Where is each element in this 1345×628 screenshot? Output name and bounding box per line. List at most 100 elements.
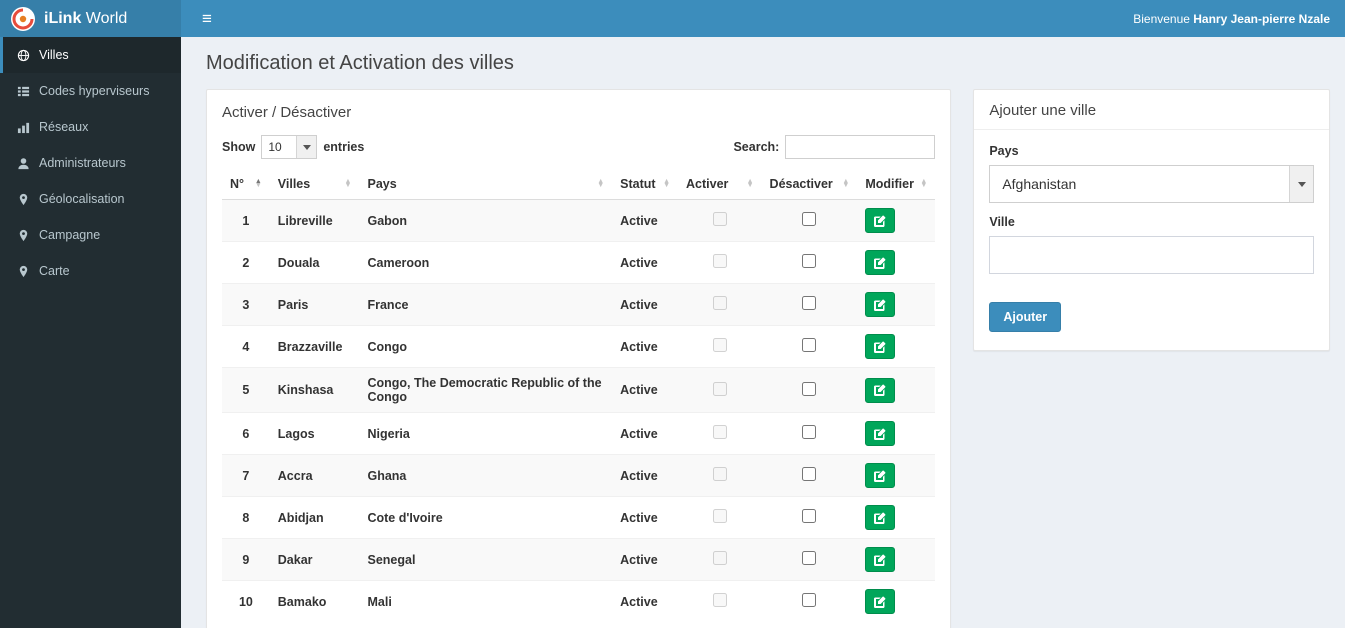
list-icon [17,85,30,98]
column-header-activer[interactable]: Activer ▲ ▼ [678,169,762,200]
sort-icon: ▲ ▼ [746,177,754,189]
sort-icon: ▲ ▼ [663,177,670,189]
activer-checkbox[interactable] [712,381,727,396]
modifier-button[interactable] [865,547,896,572]
villes-table-body: 1 Libreville Gabon Active 2 Douala Camer… [222,199,936,622]
table-row: 9 Dakar Senegal Active [222,538,936,581]
sidebar-item-label: Géolocalisation [39,192,125,206]
desactiver-checkbox[interactable] [802,296,817,310]
ville-cell: Bamako [269,580,360,622]
search-label: Search: [733,140,780,154]
edit-icon [874,341,886,353]
statut-cell: Active [612,580,678,622]
ajouter-button[interactable]: Ajouter [989,302,1062,332]
activer-checkbox[interactable] [712,254,727,268]
pays-cell: Mali [359,580,613,622]
app-logo [10,6,36,32]
sort-icon: ▲ ▼ [920,177,928,189]
modifier-button[interactable] [865,250,896,275]
activer-checkbox[interactable] [712,296,727,310]
edit-icon [874,384,886,396]
sidebar-item-carte[interactable]: Carte [0,253,181,289]
modifier-button[interactable] [865,334,896,359]
column-header-statut[interactable]: Statut ▲ ▼ [612,169,678,200]
row-number: 10 [222,580,270,622]
ville-cell: Abidjan [269,496,360,539]
edit-icon [874,596,886,608]
desactiver-checkbox[interactable] [802,593,817,607]
pays-select[interactable]: Afghanistan [989,165,1314,203]
column-header-villes[interactable]: Villes ▲ ▼ [269,169,360,200]
row-number: 3 [222,283,270,326]
modifier-button[interactable] [865,589,896,614]
ville-cell: Douala [269,241,360,284]
desactiver-checkbox[interactable] [802,467,817,481]
table-row: 4 Brazzaville Congo Active [222,325,936,368]
column-header-num[interactable]: N° ▲ ▼ [222,169,270,200]
sidebar-item-label: Campagne [39,228,101,242]
show-label: Show [222,140,256,154]
sidebar-toggle-icon[interactable]: ≡ [196,6,218,31]
statut-cell: Active [612,241,678,284]
sidebar-item-geolocalisation[interactable]: Géolocalisation [0,181,181,217]
sidebar-item-label: Administrateurs [39,156,126,170]
sidebar-item-campagne[interactable]: Campagne [0,217,181,253]
column-header-pays[interactable]: Pays ▲ ▼ [359,169,613,200]
desactiver-checkbox[interactable] [802,338,817,352]
sidebar: Villes Codes hyperviseurs Réseaux Admini… [0,37,181,628]
sidebar-item-codes-hyperviseurs[interactable]: Codes hyperviseurs [0,73,181,109]
ville-input[interactable] [989,236,1314,274]
activer-checkbox[interactable] [712,212,727,226]
statut-cell: Active [612,454,678,497]
desactiver-checkbox[interactable] [802,425,817,439]
activer-checkbox[interactable] [712,338,727,352]
modifier-button[interactable] [865,421,896,446]
activer-checkbox[interactable] [712,467,727,481]
edit-icon [874,554,886,566]
desactiver-checkbox[interactable] [802,509,817,523]
modifier-button[interactable] [865,505,896,530]
desactiver-checkbox[interactable] [802,254,817,268]
modifier-button[interactable] [865,463,896,488]
app-brand[interactable]: iLink World [0,0,181,37]
sidebar-item-administrateurs[interactable]: Administrateurs [0,145,181,181]
modifier-button[interactable] [865,377,896,403]
activer-checkbox[interactable] [712,509,727,523]
app-title: iLink World [44,10,127,28]
desactiver-checkbox[interactable] [802,381,817,396]
edit-icon [874,215,886,227]
column-header-modifier[interactable]: Modifier ▲ ▼ [857,169,936,200]
row-number: 8 [222,496,270,539]
pays-cell: Nigeria [359,412,613,455]
search-input[interactable] [785,135,936,159]
table-row: 3 Paris France Active [222,283,936,326]
modifier-button[interactable] [865,292,896,317]
sidebar-item-villes[interactable]: Villes [0,37,181,73]
pays-cell: Congo, The Democratic Republic of the Co… [359,367,613,413]
ville-cell: Lagos [269,412,360,455]
ville-cell: Brazzaville [269,325,360,368]
page-length-select[interactable]: 10 [261,135,318,159]
column-header-desactiver[interactable]: Désactiver ▲ ▼ [761,169,858,200]
sidebar-item-reseaux[interactable]: Réseaux [0,109,181,145]
pays-cell: Ghana [359,454,613,497]
ville-cell: Kinshasa [269,367,360,413]
desactiver-checkbox[interactable] [802,212,817,226]
pays-label: Pays [989,144,1019,158]
statut-cell: Active [612,496,678,539]
app-title-bold: iLink [44,9,82,27]
modifier-button[interactable] [865,208,896,233]
activer-checkbox[interactable] [712,551,727,565]
add-ville-panel: Ajouter une ville Pays Afghanistan Ville… [973,89,1330,351]
sort-icon: ▲ ▼ [597,177,605,189]
user-icon [17,157,30,170]
desactiver-checkbox[interactable] [802,551,817,565]
activer-checkbox[interactable] [712,425,727,439]
add-panel-title: Ajouter une ville [974,90,1329,130]
ville-label: Ville [989,215,1015,229]
activer-checkbox[interactable] [712,593,727,607]
villes-table-panel: Activer / Désactiver Show 10 entries Sea… [206,89,952,628]
edit-icon [874,257,886,269]
table-panel-title: Activer / Désactiver [222,104,352,121]
statut-cell: Active [612,538,678,581]
